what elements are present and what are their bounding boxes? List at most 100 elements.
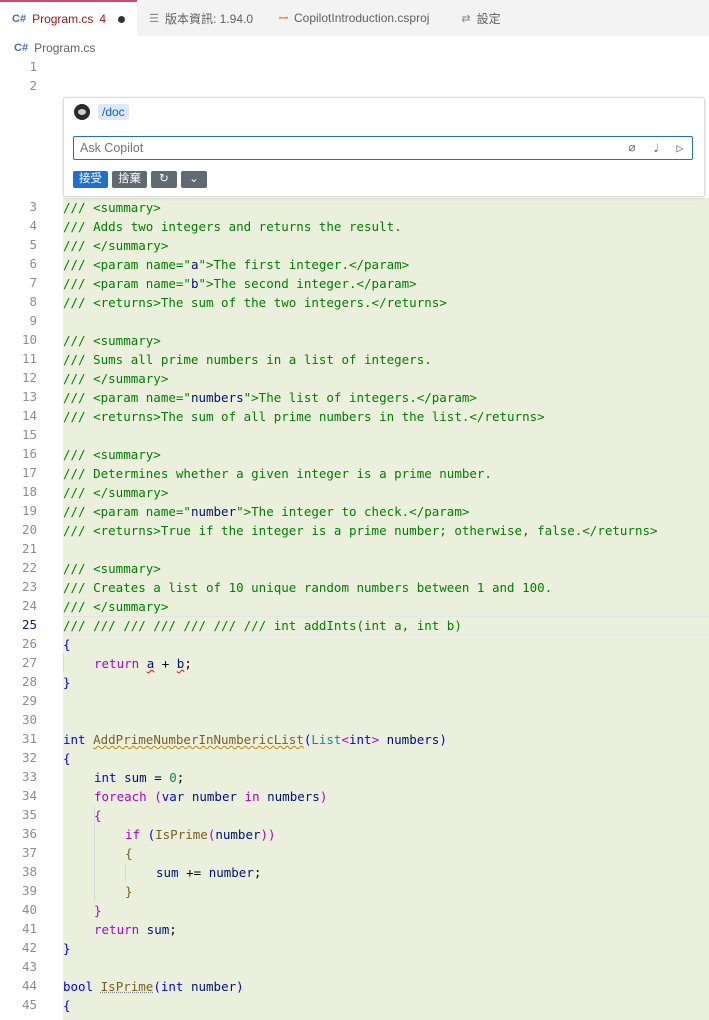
- code-line: /// Determines whether a given integer i…: [63, 466, 492, 481]
- indent-guide: [63, 654, 64, 673]
- line-number: 33: [21, 769, 37, 784]
- tab-release-notes[interactable]: ☰ 版本資訊: 1.94.0: [137, 0, 265, 36]
- send-icon[interactable]: ▷: [668, 141, 692, 155]
- code-line: /// </summary>: [63, 599, 169, 614]
- rerun-icon[interactable]: ↻: [151, 171, 177, 188]
- code-line: bool IsPrime(int number): [63, 977, 244, 996]
- code-line: /// Creates a list of 10 unique random n…: [63, 580, 553, 595]
- code-token: numbers: [379, 732, 440, 747]
- rss-icon: ꟷ: [279, 12, 288, 25]
- line-number: 13: [21, 389, 37, 404]
- code-line: /// <param name="a">The first integer.</…: [63, 255, 409, 274]
- line-number: 17: [21, 465, 37, 480]
- code-token: number: [183, 979, 237, 994]
- breadcrumb: C# Program.cs: [14, 38, 95, 58]
- code-line: /// <returns>The sum of all prime number…: [63, 409, 545, 424]
- code-line: if (IsPrime(number)): [125, 825, 276, 844]
- line-number: 32: [21, 750, 37, 765]
- discard-button[interactable]: 捨棄: [112, 171, 147, 188]
- accept-button[interactable]: 接受: [73, 171, 108, 188]
- code-line: sum += number;: [156, 863, 261, 882]
- code-token: ">The first integer.</param>: [198, 257, 410, 272]
- microphone-icon[interactable]: ♩: [644, 141, 668, 155]
- line-number: 35: [21, 807, 37, 822]
- tab-label: CopilotIntroduction.csproj: [294, 11, 430, 25]
- code-token: ;: [184, 656, 192, 671]
- chevron-down-icon[interactable]: ⌄: [181, 171, 207, 188]
- code-token: /// <param name=": [63, 504, 191, 519]
- code-line: /// <param name="number">The integer to …: [63, 502, 469, 521]
- code-token: ">The second integer.</param>: [198, 276, 417, 291]
- line-number: 39: [21, 883, 37, 898]
- tab-csproj[interactable]: ꟷ CopilotIntroduction.csproj: [265, 0, 441, 36]
- ask-copilot-input[interactable]: [74, 140, 620, 156]
- code-line: return sum;: [94, 920, 177, 939]
- code-token: IsPrime: [100, 979, 154, 994]
- problem-count-badge: 4: [99, 12, 107, 26]
- code-token: return: [94, 922, 140, 937]
- line-number: 37: [21, 845, 37, 860]
- code-token: <: [341, 732, 349, 747]
- line-number: 25: [21, 617, 37, 632]
- breadcrumb-file[interactable]: Program.cs: [34, 41, 95, 55]
- code-line: return a + b;: [94, 654, 192, 673]
- code-token: ): [236, 979, 244, 994]
- line-number: 28: [21, 674, 37, 689]
- code-line: /// </summary>: [63, 485, 169, 500]
- code-line: /// </summary>: [63, 238, 169, 253]
- code-token: ;: [169, 922, 177, 937]
- tab-settings[interactable]: ⇄ 設定: [441, 0, 512, 36]
- line-number: 11: [21, 351, 37, 366]
- code-line: /// Adds two integers and returns the re…: [63, 219, 402, 234]
- code-editor[interactable]: 1 2 3 4 5 6 7 8 9 10 11 12 13 14 15 16 1…: [0, 58, 709, 1020]
- line-number: 14: [21, 408, 37, 423]
- code-line: /// <param name="numbers">The list of in…: [63, 388, 477, 407]
- code-token: in: [237, 789, 260, 804]
- line-number: 16: [21, 446, 37, 461]
- code-token: /// <param name=": [63, 276, 191, 291]
- line-number: 31: [21, 731, 37, 746]
- code-token: foreach: [94, 789, 147, 804]
- settings-sliders-icon: ⇄: [461, 12, 471, 25]
- code-token: List: [311, 732, 342, 747]
- line-number: 4: [29, 218, 37, 233]
- code-token: IsPrime: [155, 827, 208, 842]
- code-token: if: [125, 827, 141, 842]
- code-line: }: [63, 675, 71, 690]
- code-token: int: [63, 732, 86, 747]
- line-number: 27: [21, 655, 37, 670]
- code-token: ;: [176, 770, 185, 785]
- csharp-file-icon: C#: [12, 13, 27, 25]
- line-number: 18: [21, 484, 37, 499]
- chat-input-box[interactable]: ⌀ ♩ ▷: [73, 136, 693, 160]
- indent-guide: [94, 806, 95, 901]
- code-token: ">The list of integers.</param>: [243, 390, 477, 405]
- line-number: 1: [29, 59, 37, 74]
- code-line: /// <param name="b">The second integer.<…: [63, 274, 417, 293]
- code-line: {: [63, 751, 71, 766]
- code-token: var: [161, 789, 185, 804]
- line-number: 38: [21, 864, 37, 879]
- line-number: 29: [21, 693, 37, 708]
- slash-command: /doc: [98, 104, 129, 120]
- tab-bar: C# Program.cs 4 ☰ 版本資訊: 1.94.0 ꟷ Copilot…: [0, 0, 709, 36]
- code-token: number: [190, 504, 237, 519]
- unsaved-dot-icon[interactable]: [118, 15, 126, 23]
- line-number: 10: [21, 332, 37, 347]
- tab-program-cs[interactable]: C# Program.cs 4: [0, 0, 138, 36]
- line-number: 21: [21, 541, 37, 556]
- code-token: 0: [169, 770, 177, 785]
- line-number: 42: [21, 940, 37, 955]
- code-token: numbers: [190, 390, 244, 405]
- indent-guide: [125, 863, 126, 882]
- code-token: bool: [63, 979, 94, 994]
- code-token: ">The integer to check.</param>: [236, 504, 470, 519]
- code-line: {: [125, 846, 133, 861]
- line-number: 45: [21, 997, 37, 1012]
- attach-icon[interactable]: ⌀: [620, 141, 644, 155]
- chat-header: /doc: [74, 104, 129, 120]
- code-token: number: [208, 865, 254, 880]
- code-token: >: [371, 732, 380, 747]
- code-line: }: [125, 884, 133, 899]
- code-token: number: [215, 827, 261, 842]
